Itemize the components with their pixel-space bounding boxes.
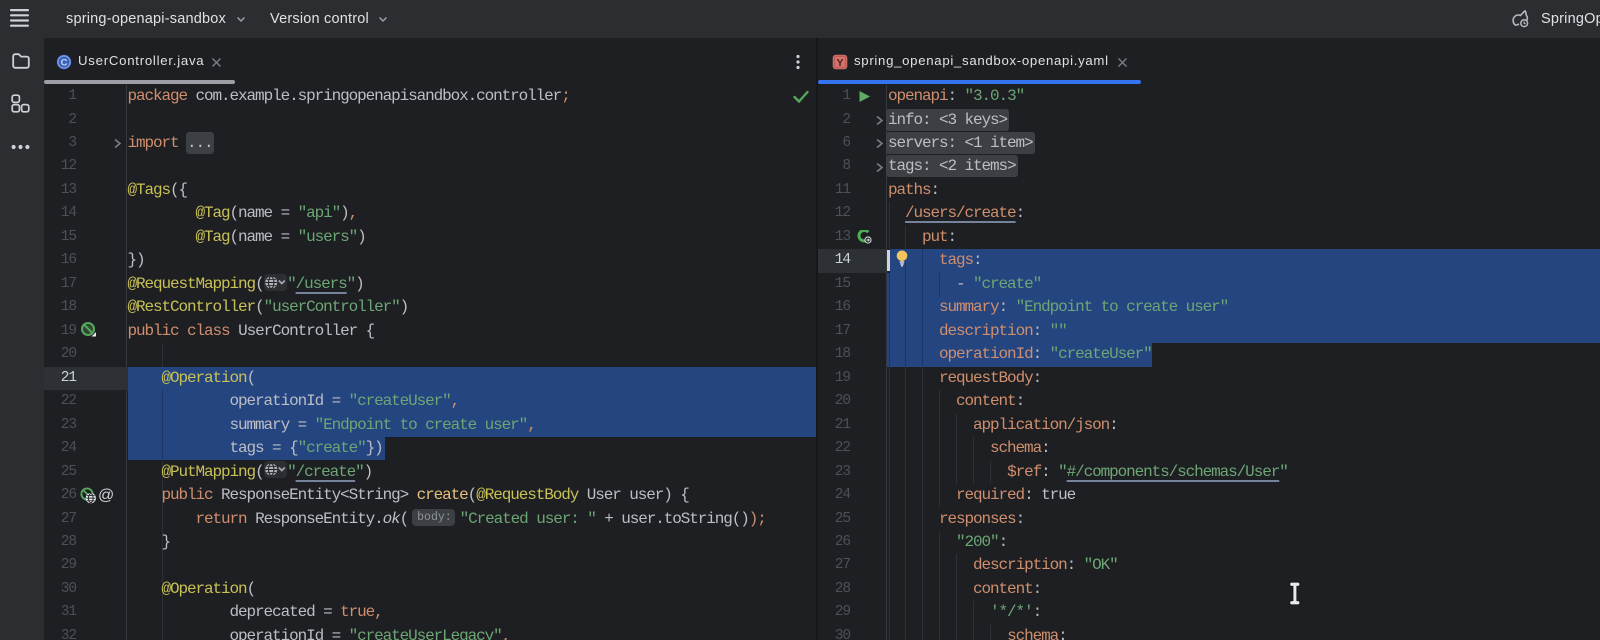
svg-text:Y: Y (836, 57, 843, 69)
svg-text:C: C (61, 57, 68, 68)
